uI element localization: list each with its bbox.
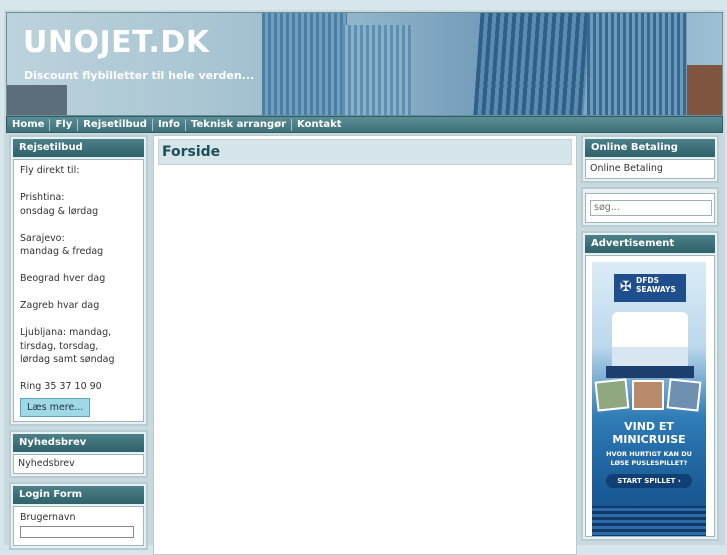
username-label: Brugernavn (20, 511, 76, 523)
nav-item-kontakt[interactable]: Kontakt (292, 119, 347, 131)
offer-line: mandag & fredag (20, 246, 104, 257)
start-game-button[interactable]: START SPILLET › (606, 473, 692, 488)
online-betaling-content: Online Betaling (585, 159, 715, 179)
offer-line (20, 286, 137, 300)
advertisement-banner[interactable]: ✠ DFDS SEAWAYS VIND ET MINICRUISE HVOR H… (585, 254, 715, 537)
rejsetilbud-content: Fly direkt til: Prishtina: onsdag & lørd… (13, 159, 144, 422)
header-building (473, 13, 591, 115)
ship-image (612, 311, 688, 370)
ad-brand: DFDS SEAWAYS (636, 276, 676, 294)
header-building (587, 13, 687, 115)
nyhedsbrev-module: Nyhedsbrev Nyhedsbrev (9, 430, 148, 478)
nav-item-teknisk-arrangor[interactable]: Teknisk arrangør (186, 118, 293, 131)
login-content: Brugernavn (13, 505, 144, 546)
ad-waves (592, 505, 706, 536)
nav-item-fly[interactable]: Fly (50, 118, 79, 131)
advertisement-module: Advertisement ✠ DFDS SEAWAYS VIND ET MIN… (581, 230, 719, 541)
read-more-button[interactable]: Læs mere... (20, 397, 91, 417)
offer-line: onsdag & lørdag (20, 205, 99, 217)
ad-photo (666, 377, 702, 412)
star-icon: ✠ (620, 278, 632, 295)
search-content (585, 192, 715, 223)
nyhedsbrev-link[interactable]: Nyhedsbrev (18, 458, 75, 469)
nyhedsbrev-content: Nyhedsbrev (13, 454, 144, 474)
page-title: Forside (158, 139, 572, 165)
ad-brand-line: DFDS (636, 275, 659, 285)
offer-line: Fly direkt til: (20, 165, 80, 176)
offer-line (20, 367, 137, 381)
main-content: Forside (153, 135, 577, 555)
login-module: Login Form Brugernavn (9, 481, 148, 550)
offer-line: Prishtina: (20, 192, 65, 203)
nav-item-rejsetilbud[interactable]: Rejsetilbud (78, 118, 153, 131)
offer-line: Zagreb hvar dag (20, 300, 100, 311)
page: UNOJET.DK Discount flybilletter til hele… (4, 10, 725, 555)
ad-headline: VIND ET MINICRUISE (592, 420, 706, 446)
module-title: Nyhedsbrev (13, 434, 144, 452)
ad-photo (632, 379, 664, 410)
ad-image[interactable]: ✠ DFDS SEAWAYS VIND ET MINICRUISE HVOR H… (592, 261, 706, 536)
ad-question-line: LØSE PUSLESPILLET? (610, 458, 688, 467)
main-nav: Home Fly Rejsetilbud Info Teknisk arrang… (6, 116, 723, 133)
offer-line (20, 218, 137, 232)
ship-hull (606, 365, 694, 378)
nav-item-home[interactable]: Home (7, 118, 51, 131)
offer-line (20, 313, 137, 327)
offer-line: lørdag samt søndag (20, 354, 115, 365)
offer-line (20, 259, 137, 273)
module-title: Login Form (13, 485, 144, 504)
ad-brand-line: SEAWAYS (636, 284, 676, 294)
nav-item-info[interactable]: Info (153, 118, 187, 131)
header-building (687, 65, 722, 115)
ad-question-line: HVOR HURTIGT KAN DU (606, 449, 692, 458)
site-header: UNOJET.DK Discount flybilletter til hele… (6, 12, 723, 116)
offer-line: Ring 35 37 10 90 (20, 381, 102, 392)
site-title[interactable]: UNOJET.DK (23, 25, 210, 60)
module-title: Rejsetilbud (13, 139, 144, 157)
offer-line: Sarajevo: (20, 232, 65, 244)
ad-photo (594, 377, 630, 412)
online-betaling-module: Online Betaling Online Betaling (581, 135, 719, 183)
header-building (342, 25, 412, 115)
offer-line: tirsdag, torsdag, (20, 340, 99, 352)
offer-line (20, 178, 137, 192)
left-column: Rejsetilbud Fly direkt til: Prishtina: o… (9, 135, 148, 554)
ad-question: HVOR HURTIGT KAN DU LØSE PUSLESPILLET? (592, 450, 706, 468)
ad-headline-line: MINICRUISE (612, 432, 686, 446)
header-building (262, 13, 347, 115)
module-title: Online Betaling (585, 139, 715, 157)
ad-headline-line: VIND ET (624, 419, 674, 433)
rejsetilbud-module: Rejsetilbud Fly direkt til: Prishtina: o… (9, 135, 148, 426)
header-building (7, 85, 67, 115)
search-module (581, 186, 719, 227)
offer-line: Beograd hver dag (20, 273, 106, 284)
right-column: Online Betaling Online Betaling Advertis… (581, 135, 719, 545)
online-betaling-link[interactable]: Online Betaling (590, 163, 663, 174)
search-input[interactable] (590, 199, 712, 216)
username-input[interactable] (20, 526, 134, 538)
offer-line: Ljubljana: mandag, (20, 327, 112, 338)
module-title: Advertisement (585, 234, 715, 253)
site-slogan: Discount flybilletter til hele verden... (24, 69, 255, 82)
